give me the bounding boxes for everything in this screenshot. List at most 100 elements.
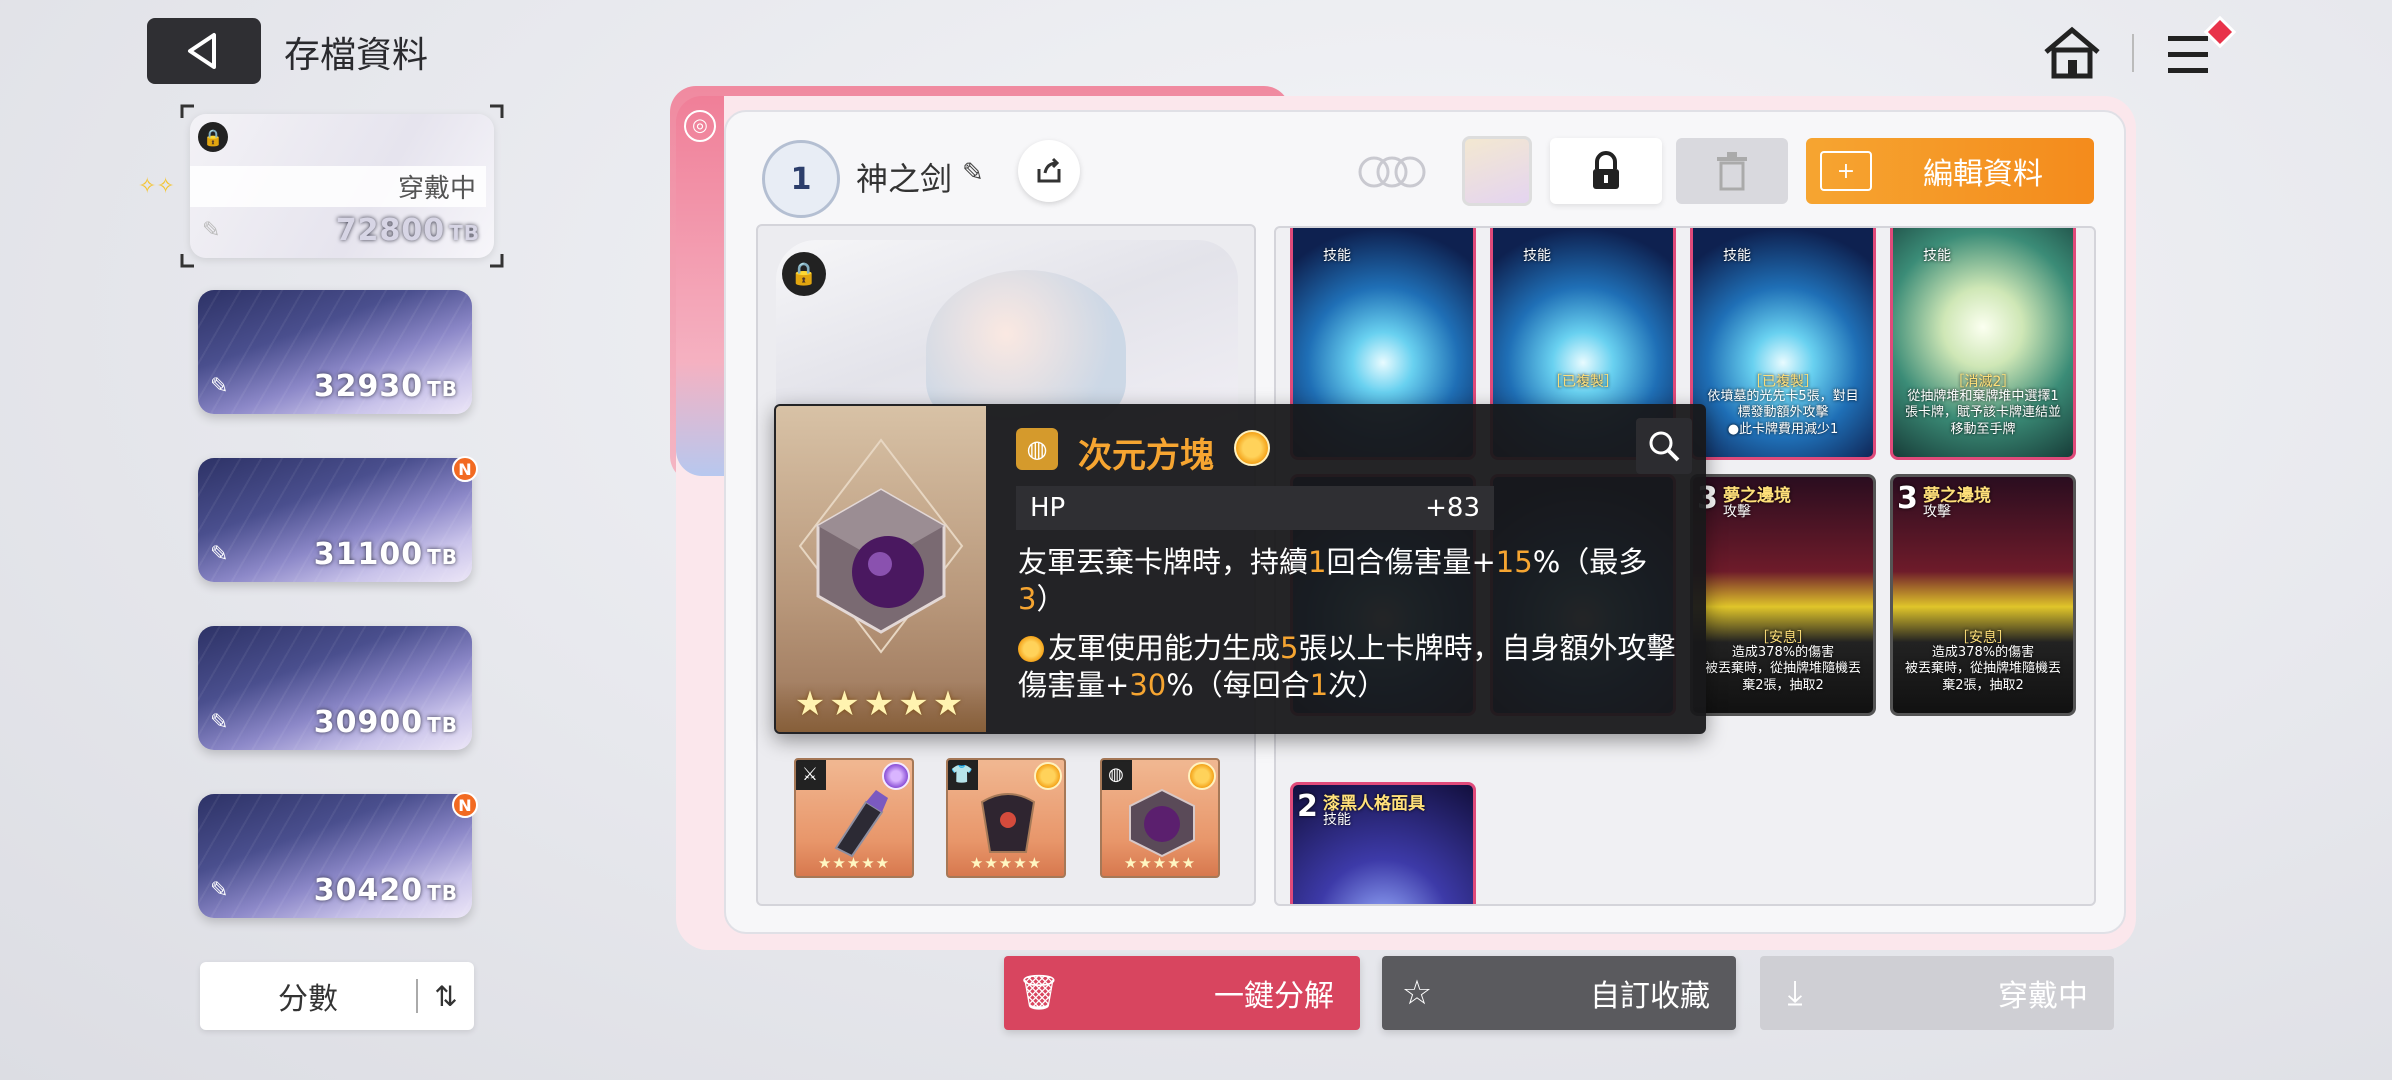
share-button[interactable] [1018, 140, 1080, 202]
deck-type-icon: ✎ [202, 218, 221, 243]
character-portrait-thumb[interactable] [1462, 136, 1532, 206]
home-button[interactable] [2040, 22, 2104, 82]
tooltip-stat-row: HP +83 [1016, 486, 1494, 530]
deck-name: 神之剑 [856, 160, 953, 198]
sort-control[interactable]: 分數 ⇅ [200, 962, 474, 1030]
moon-element-icon [882, 762, 910, 790]
lock-button[interactable] [1550, 138, 1662, 204]
save-slot[interactable]: ✎ 30420 TB [198, 794, 472, 918]
effect-line-1: 友軍丟棄卡牌時，持續1回合傷害量+15%（最多3） [1018, 545, 1648, 616]
save-slot[interactable]: ✎ 32930 TB [198, 290, 472, 414]
equipment-slot-armor[interactable]: 👕 ★★★★★ [946, 758, 1066, 878]
new-badge: N [452, 792, 478, 818]
sparkle-icon: ✧✧ [138, 174, 175, 199]
card-type: 技能 [1523, 248, 1551, 264]
new-badge: N [452, 456, 478, 482]
lock-icon [1593, 151, 1619, 189]
card-type: 攻擊 [1723, 504, 1751, 520]
card-type: 技能 [1923, 248, 1951, 264]
search-icon [1649, 431, 1680, 462]
weapon-gauntlet-icon [834, 790, 888, 858]
deck-type-icon: ✎ [210, 878, 229, 903]
card-type: 技能 [1323, 812, 1351, 828]
save-score: 32930 TB [313, 369, 458, 404]
card-type: 技能 [1723, 248, 1751, 264]
armor-type-icon: 👕 [948, 760, 978, 790]
back-button[interactable] [147, 18, 261, 84]
sword-type-icon: ⚔ [796, 760, 826, 790]
sun-element-icon [1018, 636, 1044, 662]
card[interactable]: 技能 ［消滅2］ 從抽牌堆和棄牌堆中選擇1張卡牌，賦予該卡牌連結並移動至手牌 [1890, 228, 2076, 460]
search-button[interactable] [1636, 418, 1692, 474]
card-tag: ［消滅2］ [1950, 374, 2016, 390]
sort-label[interactable]: 分數 [200, 974, 416, 1018]
edit-data-button[interactable]: + 編輯資料 [1806, 138, 2094, 204]
edit-data-icon: + [1820, 151, 1872, 191]
deck-type-icon: ✎ [210, 542, 229, 567]
save-score: 72800 TB [335, 213, 480, 248]
card-tag: ［已複製］ [1748, 374, 1818, 390]
decorative-rings [1256, 152, 1436, 192]
wear-button[interactable]: ⤓ 穿戴中 [1760, 956, 2114, 1030]
trash-icon [1717, 152, 1747, 191]
card-type: 攻擊 [1923, 504, 1951, 520]
tooltip-item-name: 次元方塊 [1078, 436, 1214, 476]
sort-order-icon[interactable]: ⇅ [418, 980, 474, 1013]
disassemble-label: 一鍵分解 [1214, 979, 1334, 1014]
effect-line-2: 友軍使用能力生成5張以上卡牌時，自身額外攻擊傷害量+30%（每回合1次） [1018, 631, 1676, 702]
download-icon: ⤓ [1787, 973, 1803, 1013]
sun-element-icon [1234, 430, 1270, 466]
tooltip-description: 友軍丟棄卡牌時，持續1回合傷害量+15%（最多3） 友軍使用能力生成5張以上卡牌… [1018, 544, 1678, 704]
card-tag: ［已複製］ [1548, 374, 1618, 390]
card-desc: 依墳墓的光先卡5張，對目標發動額外攻擊 ●此卡牌費用減少1 [1707, 389, 1859, 437]
equipment-stars: ★★★★★ [817, 854, 891, 872]
top-divider [2132, 34, 2134, 72]
page-title: 存檔資料 [284, 35, 429, 76]
character-lock-icon: 🔒 [782, 252, 826, 296]
back-arrow-icon [188, 33, 216, 69]
sun-element-icon [1188, 762, 1216, 790]
save-slot[interactable]: ✎ 30900 TB [198, 626, 472, 750]
save-slot[interactable]: ✎ 31100 TB [198, 458, 472, 582]
equipment-slot-weapon[interactable]: ⚔ ★★★★★ [794, 758, 914, 878]
deck-level-badge: 1 [762, 140, 840, 218]
tooltip-item-art: ★★★★★ [776, 406, 986, 732]
disassemble-button[interactable]: 🗑 一鍵分解 [1004, 956, 1360, 1030]
rings-icon [1358, 156, 1426, 188]
share-icon [1037, 157, 1061, 183]
save-slot-active[interactable]: 🔒 穿戴中 ✎ 72800 TB [190, 114, 494, 258]
menu-button[interactable] [2162, 15, 2242, 84]
ring-type-icon: ◍ [1102, 760, 1132, 790]
card-desc: 造成378%的傷害 被丟棄時，從抽牌堆隨機丟棄2張，抽取2 [1904, 645, 2061, 693]
card-cost: 3 [1897, 481, 1918, 516]
card[interactable]: 3 夢之邊境 攻擊 ［安息］ 造成378%的傷害 被丟棄時，從抽牌堆隨機丟棄2張… [1690, 474, 1876, 716]
equipment-stars: ★★★★★ [969, 854, 1043, 872]
equipment-slot-accessory[interactable]: ◍ ★★★★★ [1100, 758, 1220, 878]
menu-icon [2168, 15, 2237, 73]
brain-icon: ◎ [684, 110, 716, 142]
card-desc: 從抽牌堆和棄牌堆中選擇1張卡牌，賦予該卡牌連結並移動至手牌 [1904, 389, 2061, 437]
custom-collection-button[interactable]: ☆ 自訂收藏 [1382, 956, 1736, 1030]
card-tag: ［安息］ [1955, 630, 2011, 646]
character-figure [926, 270, 1126, 420]
armor-claw-icon [980, 793, 1036, 853]
character-art[interactable] [776, 240, 1238, 420]
edit-data-label: 編輯資料 [1923, 157, 2043, 192]
lock-icon: 🔒 [198, 122, 228, 152]
ring-type-icon: ◍ [1016, 428, 1058, 470]
star-edit-icon: ☆ [1401, 973, 1433, 1013]
card[interactable]: 2 漆黑人格面具 技能 [1290, 782, 1476, 904]
dimension-cube-icon [1129, 788, 1195, 858]
wearing-label: 穿戴中 [190, 166, 486, 207]
stat-name: HP [1030, 493, 1066, 523]
delete-button[interactable] [1676, 138, 1788, 204]
card-cost: 2 [1297, 789, 1318, 824]
card-desc: 造成378%的傷害 被丟棄時，從抽牌堆隨機丟棄2張，抽取2 [1704, 645, 1861, 693]
panel-side-strip: ◎ [676, 96, 724, 476]
save-score: 31100 TB [313, 537, 458, 572]
stat-value: +83 [1425, 493, 1480, 523]
edit-name-icon[interactable]: ✎ [962, 158, 984, 188]
equipment-stars: ★★★★★ [1123, 854, 1197, 872]
card[interactable]: 技能 ［已複製］ 依墳墓的光先卡5張，對目標發動額外攻擊 ●此卡牌費用減少1 [1690, 228, 1876, 460]
card[interactable]: 3 夢之邊境 攻擊 ［安息］ 造成378%的傷害 被丟棄時，從抽牌堆隨機丟棄2張… [1890, 474, 2076, 716]
